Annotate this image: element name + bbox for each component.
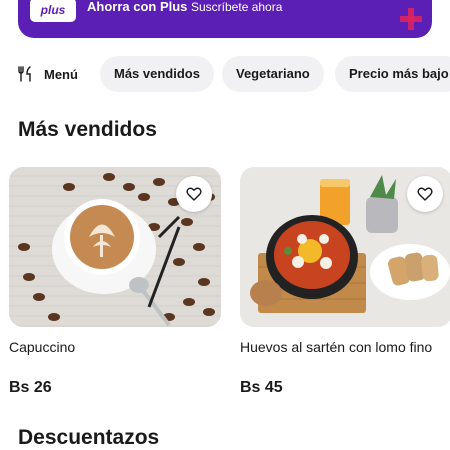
plus-logo: plus [30, 0, 76, 22]
product-image-huevos [240, 167, 450, 327]
menu-chip-label: Menú [44, 66, 78, 82]
plus-decoration-icon [400, 8, 422, 30]
product-name: Capuccino [9, 339, 76, 355]
product-card-capuccino[interactable]: Capuccino Bs 26 [9, 167, 221, 396]
favorite-button[interactable] [407, 176, 443, 212]
product-price: Bs 45 [240, 379, 283, 396]
plus-banner[interactable]: plus Ahorra con Plus Suscríbete ahora [18, 0, 432, 38]
chip-precio-mas-bajo[interactable]: Precio más bajo [335, 56, 450, 92]
product-image-capuccino [9, 167, 221, 327]
menu-chip[interactable]: Menú [18, 56, 78, 92]
plus-title: Ahorra con Plus [87, 0, 188, 14]
product-price: Bs 26 [9, 379, 52, 396]
utensils-icon [18, 66, 31, 82]
heart-outline-icon [417, 187, 433, 201]
heart-outline-icon [186, 187, 202, 201]
chip-mas-vendidos[interactable]: Más vendidos [100, 56, 214, 92]
category-chips: Menú Más vendidos Vegetariano Precio más… [0, 56, 450, 92]
section-title-discounts: Descuentazos [18, 426, 160, 449]
plus-subscribe-link[interactable]: Suscríbete ahora [191, 0, 282, 14]
section-title-best-sellers: Más vendidos [18, 118, 157, 141]
chip-vegetariano[interactable]: Vegetariano [222, 56, 324, 92]
product-card-huevos[interactable]: Huevos al sartén con lomo fino Bs 45 [240, 167, 450, 396]
favorite-button[interactable] [176, 176, 212, 212]
product-name: Huevos al sartén con lomo fino [240, 339, 433, 355]
